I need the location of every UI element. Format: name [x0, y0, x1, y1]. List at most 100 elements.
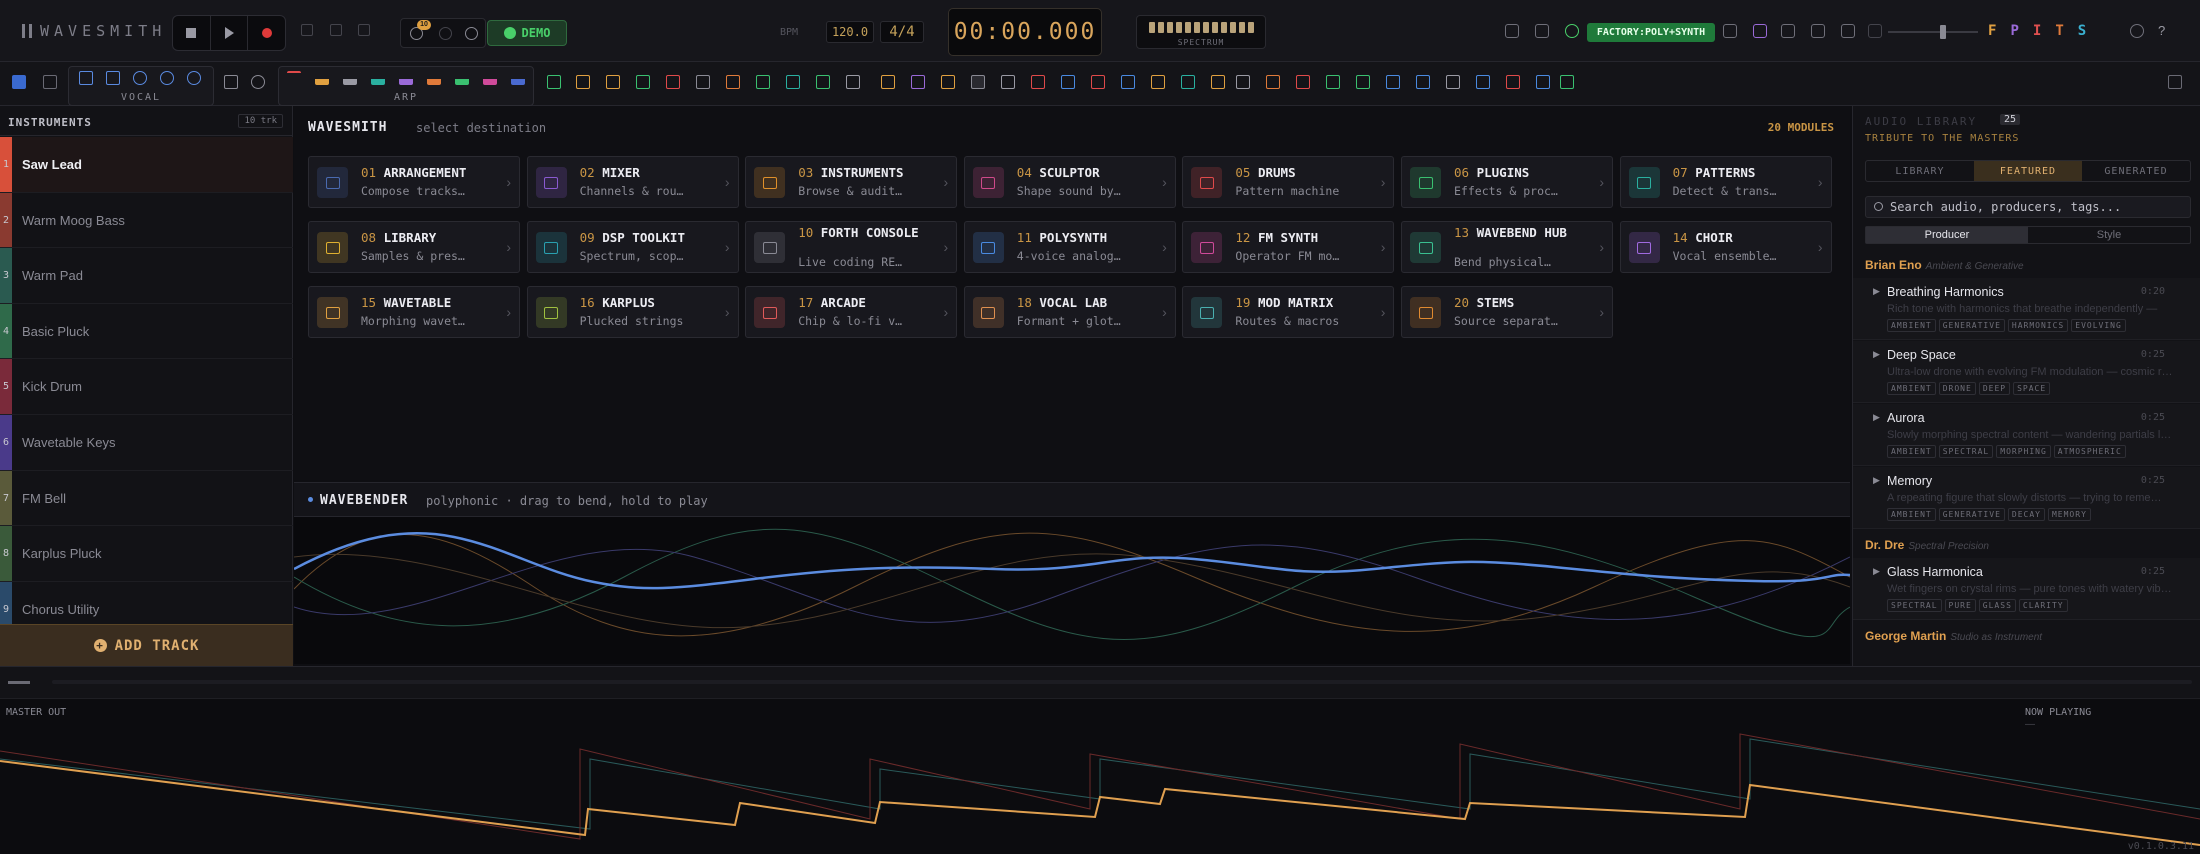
tag-badge[interactable]: SPECTRAL: [1887, 599, 1942, 612]
producer-header[interactable]: George Martin Studio as Instrument: [1865, 629, 2042, 643]
vocal-tool-3-icon[interactable]: [133, 71, 147, 85]
module-card-arcade[interactable]: 17 ARCADE Chip & lo-fi v… ›: [745, 286, 958, 338]
producer-header[interactable]: Dr. Dre Spectral Precision: [1865, 538, 1989, 552]
group-by-style[interactable]: Style: [2028, 227, 2190, 243]
tag-badge[interactable]: GENERATIVE: [1938, 508, 2005, 521]
tool-icon-33[interactable]: [1506, 75, 1520, 89]
panel-button-p[interactable]: P: [2010, 23, 2018, 39]
code-view-icon[interactable]: [2168, 75, 2182, 89]
speaker-icon[interactable]: [1841, 24, 1855, 38]
master-volume-slider[interactable]: [1888, 25, 1978, 39]
grid-icon[interactable]: [1781, 24, 1795, 38]
track-row[interactable]: 4 Basic Pluck: [0, 303, 293, 360]
arp-tool-6-icon[interactable]: [427, 71, 441, 85]
tool-icon-5[interactable]: [666, 75, 680, 89]
play-button[interactable]: [211, 16, 249, 50]
producer-header[interactable]: Brian Eno Ambient & Generative: [1865, 258, 2024, 272]
tag-badge[interactable]: AMBIENT: [1887, 508, 1936, 521]
module-card-mod-matrix[interactable]: 19 MOD MATRIX Routes & macros ›: [1182, 286, 1395, 338]
arp-tool-1-icon[interactable]: [287, 71, 301, 85]
panel-button-t[interactable]: T: [2055, 23, 2063, 39]
vocal-tool-2-icon[interactable]: [106, 71, 120, 85]
tool-icon-25[interactable]: [1266, 75, 1280, 89]
tool-icon-6[interactable]: [696, 75, 710, 89]
arp-tool-4-icon[interactable]: [371, 71, 385, 85]
module-card-wavebend-hub[interactable]: 13 WAVEBEND HUB Bend physical… ›: [1401, 221, 1613, 273]
module-card-choir[interactable]: 14 CHOIR Vocal ensemble… ›: [1619, 221, 1832, 273]
search-input[interactable]: [1890, 198, 2180, 216]
module-card-arrangement[interactable]: 01 ARRANGEMENT Compose tracks… ›: [308, 156, 520, 208]
tag-badge[interactable]: GENERATIVE: [1938, 319, 2005, 332]
tool-icon-10[interactable]: [816, 75, 830, 89]
demo-button[interactable]: DEMO: [487, 20, 567, 46]
zoom-handle-icon[interactable]: [8, 681, 30, 684]
tool-icon-15[interactable]: [971, 75, 985, 89]
library-item[interactable]: ▶ Aurora 0:25 Slowly morphing spectral cont…: [1853, 404, 2200, 466]
loop-end-icon[interactable]: [330, 24, 342, 36]
module-card-stems[interactable]: 20 STEMS Source separat… ›: [1401, 286, 1613, 338]
vocal-tool-5-icon[interactable]: [187, 71, 201, 85]
module-card-polysynth[interactable]: 11 POLYSYNTH 4-voice analog… ›: [963, 221, 1176, 273]
tag-badge[interactable]: MEMORY: [2047, 508, 2091, 521]
module-card-wavetable[interactable]: 15 WAVETABLE Morphing wavet… ›: [308, 286, 520, 338]
wavebender-canvas[interactable]: [294, 517, 1850, 665]
tool-icon-7[interactable]: [726, 75, 740, 89]
module-card-karplus[interactable]: 16 KARPLUS Plucked strings ›: [526, 286, 739, 338]
module-card-instruments[interactable]: 03 INSTRUMENTS Browse & audit… ›: [745, 156, 958, 208]
tool-icon-1[interactable]: [547, 75, 561, 89]
panel-button-s[interactable]: S: [2078, 23, 2086, 39]
module-card-drums[interactable]: 05 DRUMS Pattern machine ›: [1182, 156, 1395, 208]
track-row[interactable]: 5 Kick Drum: [0, 359, 293, 415]
arp-tool-2-icon[interactable]: [315, 71, 329, 85]
tag-badge[interactable]: MORPHING: [1996, 445, 2051, 458]
tool-icon-24[interactable]: [1236, 75, 1250, 89]
tool-icon-34[interactable]: [1536, 75, 1550, 89]
tool-icon-13[interactable]: [911, 75, 925, 89]
tag-badge[interactable]: PURE: [1944, 599, 1976, 612]
tool-icon-29[interactable]: [1386, 75, 1400, 89]
vocal-tool-1-icon[interactable]: [79, 71, 93, 85]
library-item[interactable]: ▶ Breathing Harmonics 0:20 Rich tone with h…: [1853, 278, 2200, 340]
tool-icon-26[interactable]: [1296, 75, 1310, 89]
track-row[interactable]: 7 FM Bell: [0, 470, 293, 527]
arp-tool-8-icon[interactable]: [483, 71, 497, 85]
library-item[interactable]: ▶ Memory 0:25 A repeating figure that slowl…: [1853, 467, 2200, 529]
cloud-icon[interactable]: [1723, 24, 1737, 38]
time-signature-field[interactable]: 4/4: [880, 21, 924, 43]
arrangement-tool-icon[interactable]: [12, 75, 26, 89]
module-card-fm-synth[interactable]: 12 FM SYNTH Operator FM mo… ›: [1182, 221, 1395, 273]
module-card-library[interactable]: 08 LIBRARY Samples & pres… ›: [308, 221, 520, 273]
play-triangle-icon[interactable]: ▶: [1873, 412, 1880, 423]
panel-button-f[interactable]: F: [1988, 23, 1996, 39]
tool-icon-16[interactable]: [1001, 75, 1015, 89]
tool-icon-35[interactable]: [1560, 75, 1574, 89]
play-triangle-icon[interactable]: ▶: [1873, 349, 1880, 360]
tool-icon-19[interactable]: [1091, 75, 1105, 89]
tool-icon-2[interactable]: [576, 75, 590, 89]
tag-badge[interactable]: DEEP: [1978, 382, 2011, 395]
group-by-producer[interactable]: Producer: [1866, 227, 2028, 243]
arp-tool-5-icon[interactable]: [399, 71, 413, 85]
vocal-tool-4-icon[interactable]: [160, 71, 174, 85]
module-card-dsp-toolkit[interactable]: 09 DSP TOOLKIT Spectrum, scop… ›: [526, 221, 739, 273]
tag-badge[interactable]: SPACE: [2013, 382, 2051, 395]
track-row[interactable]: 8 Karplus Pluck: [0, 526, 293, 582]
track-row[interactable]: 1 Saw Lead: [0, 137, 293, 193]
clock-tool-icon[interactable]: [251, 75, 265, 89]
redo-icon[interactable]: [439, 27, 452, 40]
arp-tool-3-icon[interactable]: [343, 71, 357, 85]
tag-badge[interactable]: AMBIENT: [1887, 382, 1936, 395]
tab-library[interactable]: LIBRARY: [1866, 161, 1974, 181]
track-row[interactable]: 3 Warm Pad: [0, 248, 293, 304]
tool-icon-12[interactable]: [881, 75, 895, 89]
add-track-button[interactable]: + ADD TRACK: [0, 624, 293, 666]
link-icon[interactable]: [1505, 24, 1519, 38]
play-triangle-icon[interactable]: ▶: [1873, 475, 1880, 486]
mixer-tool-icon[interactable]: [43, 75, 57, 89]
tab-generated[interactable]: GENERATED: [2082, 161, 2190, 181]
tool-icon-8[interactable]: [756, 75, 770, 89]
module-card-patterns[interactable]: 07 PATTERNS Detect & trans… ›: [1619, 156, 1832, 208]
attach-icon[interactable]: [1535, 24, 1549, 38]
play-triangle-icon[interactable]: ▶: [1873, 286, 1880, 297]
arp-tool-7-icon[interactable]: [455, 71, 469, 85]
